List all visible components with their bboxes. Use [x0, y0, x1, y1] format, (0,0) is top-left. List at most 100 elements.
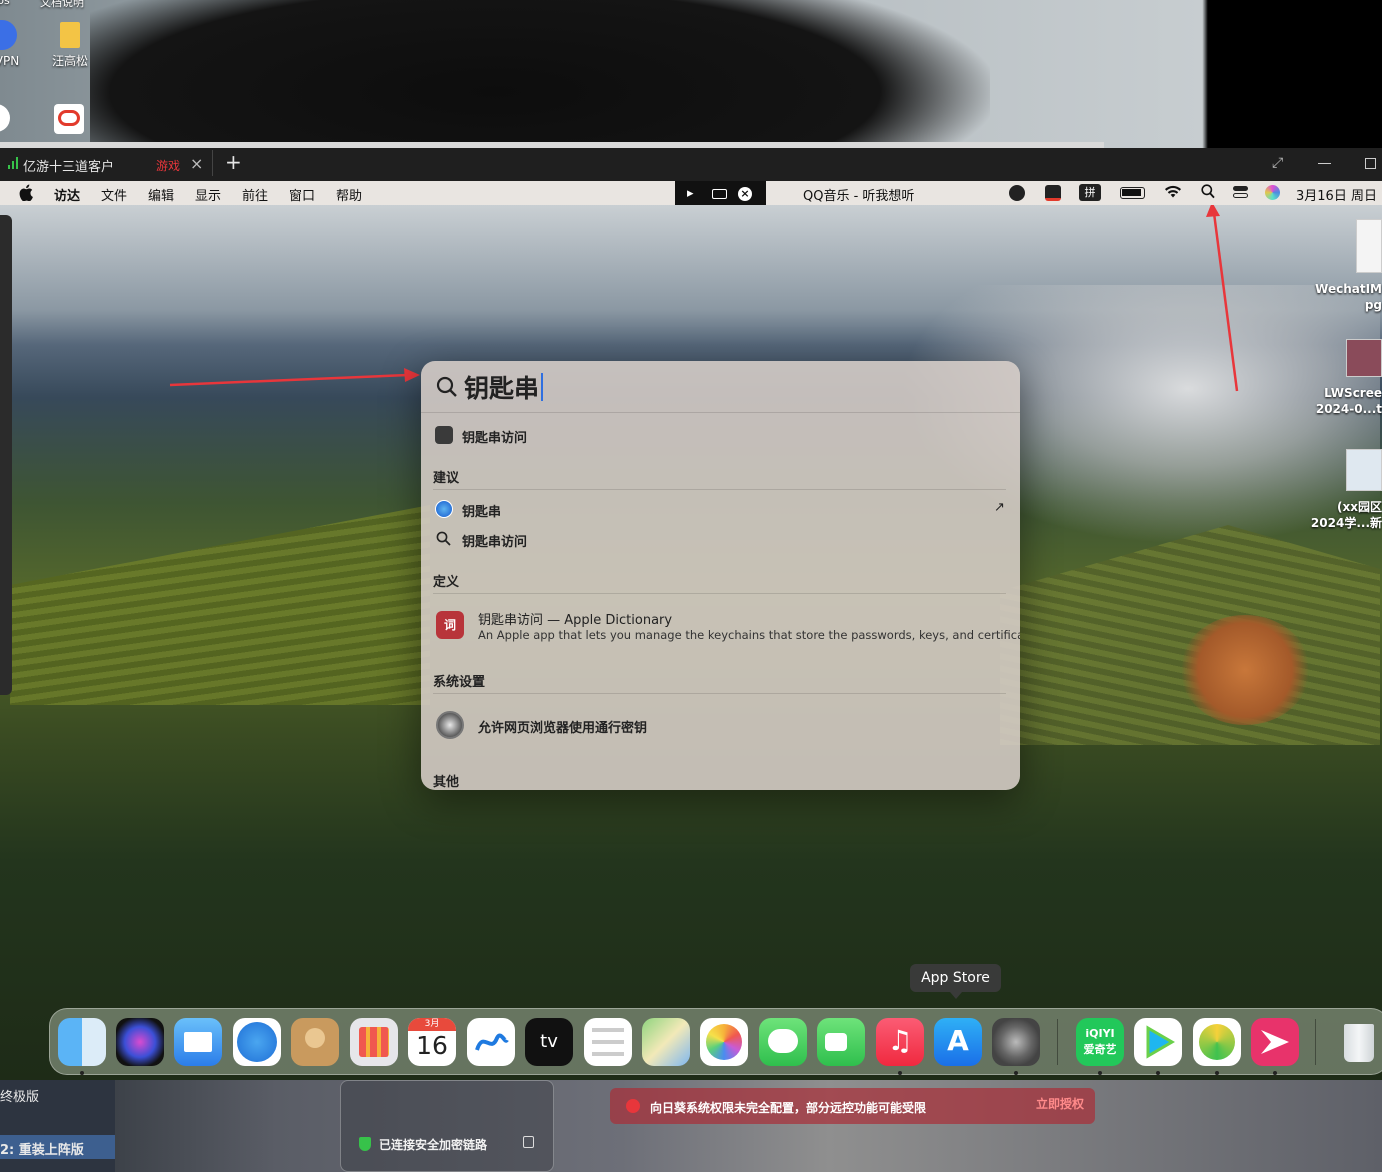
new-tab-button[interactable]: + [225, 150, 242, 174]
screen-record-status-icon[interactable] [1045, 185, 1061, 201]
dock-tooltip: App Store [910, 964, 1001, 999]
menu-help[interactable]: 帮助 [336, 185, 362, 204]
suggestion-label: 钥匙串 [462, 505, 502, 520]
file-name-line2: 2024-0...t [1315, 402, 1382, 416]
spotlight-search-bar[interactable]: 钥匙串 [421, 361, 1020, 413]
file-name-line1: (xx园区 [1337, 500, 1382, 514]
control-center-icon[interactable] [1233, 185, 1248, 199]
keychain-app-icon [435, 426, 453, 444]
qq-music-icon[interactable] [1193, 1018, 1241, 1066]
collapse-icon[interactable]: ▸ [687, 186, 694, 201]
maximize-button[interactable] [1365, 158, 1376, 169]
section-divider [433, 593, 1006, 594]
siri-status-icon[interactable] [1265, 185, 1280, 200]
app-store-icon[interactable]: A [934, 1018, 982, 1066]
calendar-icon[interactable]: 3月 16 [408, 1018, 456, 1066]
spotlight-search-icon[interactable] [1201, 184, 1215, 203]
input-method-icon[interactable]: 拼 [1079, 184, 1101, 201]
file-thumbnail [1356, 219, 1382, 273]
panel-line-1[interactable]: 终极版 [0, 1086, 39, 1105]
dock-separator [1315, 1019, 1316, 1065]
menu-finder[interactable]: 访达 [54, 185, 80, 204]
shield-icon [359, 1137, 371, 1151]
host-folder-label: 汪高松 [51, 54, 88, 68]
file-thumbnail [1346, 449, 1382, 491]
menubar-date[interactable]: 3月16日 周日 [1296, 185, 1377, 204]
host-vpn-label: VPN [0, 54, 20, 68]
facetime-icon[interactable] [817, 1018, 865, 1066]
finder-icon[interactable] [58, 1018, 106, 1066]
remote-app-tab[interactable]: 亿游十三道客户 [23, 156, 114, 175]
messages-icon[interactable] [759, 1018, 807, 1066]
text-caret [541, 373, 543, 401]
vpn-app-icon [0, 20, 17, 50]
fullscreen-icon[interactable]: ⤢ [1272, 155, 1283, 171]
iqiyi-icon[interactable]: iQIYI 爱奇艺 [1076, 1018, 1124, 1066]
host-folder-shortcut[interactable]: 汪高松 [48, 22, 92, 69]
battery-icon[interactable] [1120, 187, 1145, 199]
host-vpn-shortcut[interactable]: VPN [0, 20, 22, 68]
minimize-button[interactable] [1318, 163, 1331, 164]
dock: 3月 16 tv ♫ A iQIYI 爱奇艺 [49, 1008, 1382, 1075]
definition-title: 钥匙串访问 — Apple Dictionary [478, 613, 673, 628]
running-indicator [80, 1071, 84, 1075]
file-thumbnail [1346, 339, 1382, 377]
setting-row[interactable]: 允许网页浏览器使用通行密钥 [434, 709, 1007, 741]
calendar-month: 3月 [408, 1018, 456, 1031]
section-settings: 系统设置 [433, 675, 486, 690]
music-icon[interactable]: ♫ [876, 1018, 924, 1066]
section-definition: 定义 [433, 575, 460, 590]
menu-view[interactable]: 显示 [195, 185, 221, 204]
keyboard-icon[interactable] [712, 189, 727, 199]
suggestion-row[interactable]: 钥匙串 ↗ [434, 499, 1007, 520]
freeform-icon[interactable] [467, 1018, 515, 1066]
maps-icon[interactable] [642, 1018, 690, 1066]
safari-icon[interactable] [233, 1018, 281, 1066]
mail-icon[interactable] [174, 1018, 222, 1066]
menu-go[interactable]: 前往 [242, 185, 268, 204]
system-settings-icon [436, 711, 464, 739]
launchpad-icon[interactable] [350, 1018, 398, 1066]
flash-app-icon[interactable] [1251, 1018, 1299, 1066]
calendar-day: 16 [416, 1031, 448, 1060]
globe-status-icon[interactable] [1009, 185, 1025, 201]
game-tab-label[interactable]: 游戏 [156, 157, 180, 174]
siri-icon[interactable] [116, 1018, 164, 1066]
setting-label: 允许网页浏览器使用通行密钥 [478, 721, 648, 736]
apple-tv-icon[interactable]: tv [525, 1018, 573, 1066]
section-suggestions: 建议 [433, 471, 460, 486]
contacts-icon[interactable] [291, 1018, 339, 1066]
close-tab-icon[interactable]: × [190, 154, 203, 173]
host-top-label-1: ips [0, 0, 10, 7]
menu-file[interactable]: 文件 [101, 185, 127, 204]
running-indicator [1273, 1071, 1277, 1075]
panel-selected-item[interactable]: 2: 重装上阵版 [0, 1135, 115, 1159]
connection-status-box: 已连接安全加密链路 [340, 1080, 554, 1172]
menu-window[interactable]: 窗口 [289, 185, 315, 204]
suggestion-row[interactable]: 钥匙串访问 [434, 529, 1007, 550]
desktop-file-xlsx[interactable]: (xx园区 2024学...新 [1302, 449, 1382, 531]
host-top-label-2: 文档说明 [40, 0, 84, 9]
now-playing-title[interactable]: QQ音乐 - 听我想听 [803, 185, 914, 204]
file-name-line2: 2024学...新 [1310, 516, 1382, 530]
remote-app-shortcut-icon[interactable] [54, 104, 84, 134]
desktop-file-lwscreen[interactable]: LWScree 2024-0...t [1302, 339, 1382, 417]
mac-menubar: 访达 文件 编辑 显示 前往 窗口 帮助 ▸ × QQ音乐 - 听我想听 拼 3… [0, 181, 1382, 208]
authorize-now-link[interactable]: 立即授权 [1036, 1095, 1084, 1112]
lock-icon[interactable] [523, 1136, 534, 1148]
safari-icon [435, 500, 453, 518]
video-player-icon[interactable] [1134, 1018, 1182, 1066]
trash-icon[interactable] [1334, 1018, 1382, 1066]
close-circle-icon[interactable]: × [738, 187, 752, 201]
system-settings-icon[interactable] [992, 1018, 1040, 1066]
photos-icon[interactable] [700, 1018, 748, 1066]
spotlight-query-input[interactable]: 钥匙串 [464, 369, 539, 405]
panel-line-2: 2: 重装上阵版 [0, 1143, 84, 1158]
reminders-icon[interactable] [584, 1018, 632, 1066]
wifi-icon[interactable] [1164, 184, 1182, 202]
menu-edit[interactable]: 编辑 [148, 185, 174, 204]
top-hit-row[interactable]: 钥匙串访问 [434, 425, 1007, 446]
definition-row[interactable]: 词 钥匙串访问 — Apple Dictionary An Apple app … [434, 605, 1020, 649]
apple-menu-icon[interactable] [19, 184, 34, 202]
desktop-file-wechat[interactable]: WechatIM pg [1302, 219, 1382, 313]
